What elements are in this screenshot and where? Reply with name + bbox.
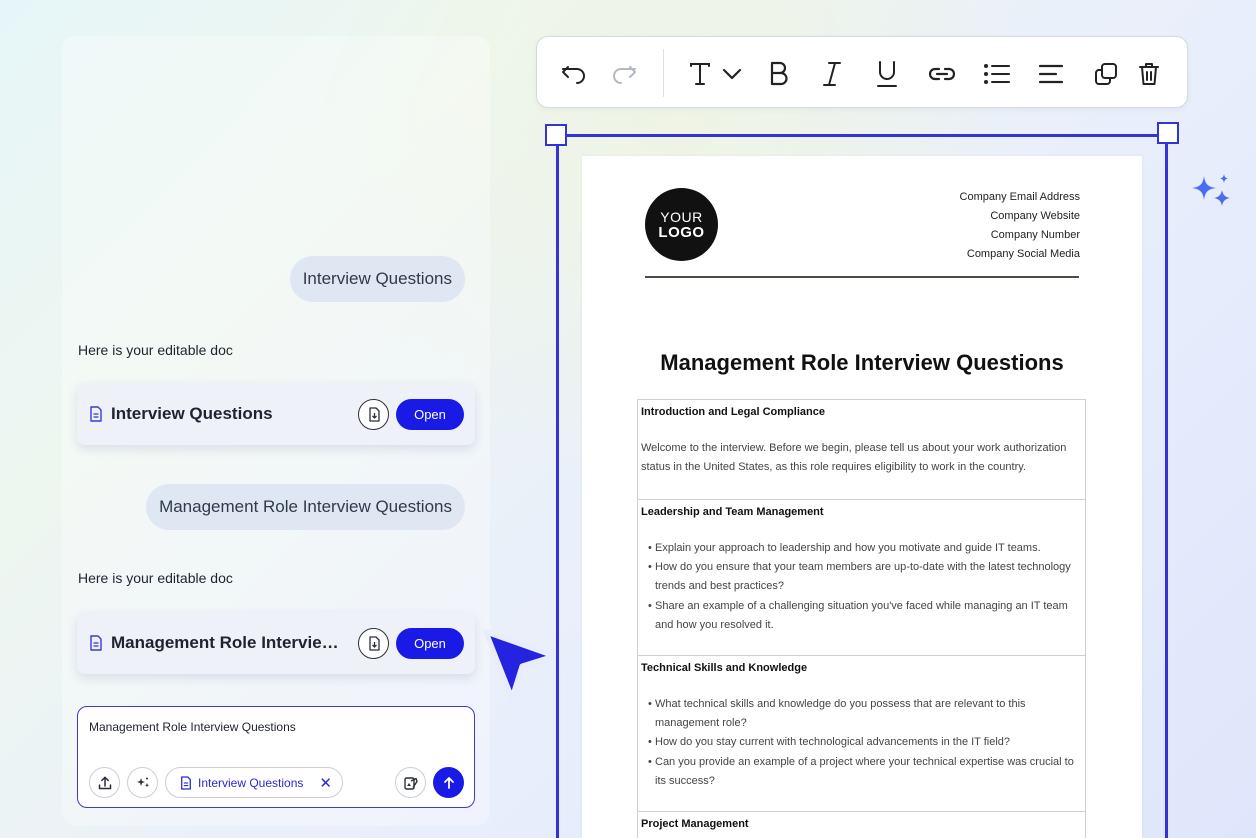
chevron-down-icon (722, 68, 742, 80)
list-item: How do you stay current with technologic… (648, 733, 1082, 752)
list-item: Can you provide an example of a project … (648, 753, 1082, 791)
bold-button[interactable] (764, 59, 794, 89)
list-item: Explain your approach to leadership and … (648, 539, 1082, 558)
delete-button[interactable] (1134, 59, 1164, 89)
cursor-pointer-icon (483, 629, 557, 701)
question-list: Explain your approach to leadership and … (641, 539, 1082, 635)
doc-card-title: Interview Questions (111, 404, 273, 423)
template-button[interactable] (395, 767, 426, 798)
undo-button[interactable] (559, 59, 589, 89)
text-style-button[interactable] (685, 59, 715, 89)
download-button[interactable] (358, 398, 389, 430)
section-paragraph: Welcome to the interview. Before we begi… (641, 442, 1067, 474)
toolbar-divider (663, 49, 664, 97)
document-icon (90, 406, 102, 422)
section-title: Introduction and Legal Compliance (641, 406, 825, 418)
undo-icon (562, 66, 585, 84)
send-button[interactable] (433, 767, 464, 798)
list-item: What technical skills and knowledge do y… (648, 695, 1082, 733)
download-button[interactable] (358, 627, 389, 659)
doc-card[interactable]: Interview Questions Open (77, 383, 475, 445)
text-style-dropdown[interactable] (717, 59, 747, 89)
user-message: Management Role Interview Questions (146, 484, 465, 530)
section-title: Leadership and Team Management (641, 506, 824, 518)
contact-line: Company Number (990, 229, 1080, 241)
open-button[interactable]: Open (396, 627, 464, 659)
bulleted-list-icon (984, 64, 1010, 84)
redo-icon (613, 66, 636, 84)
sparkle-icon (1192, 174, 1230, 206)
bulleted-list-button[interactable] (982, 59, 1012, 89)
template-icon (403, 776, 418, 790)
open-button[interactable]: Open (396, 398, 464, 430)
delete-icon (1139, 63, 1159, 85)
link-button[interactable] (927, 59, 957, 89)
download-icon (368, 635, 380, 651)
align-left-icon (1038, 64, 1064, 84)
close-icon[interactable]: ✕ (319, 774, 332, 792)
attachment-chip[interactable]: Interview Questions ✕ (165, 767, 343, 798)
redo-button[interactable] (609, 59, 639, 89)
user-message-text: Interview Questions (302, 269, 452, 288)
bold-icon (770, 61, 788, 86)
magic-sparkle-icon (136, 777, 149, 787)
company-contact-block: Company Email Address Company Website Co… (960, 190, 1080, 266)
underline-button[interactable] (872, 59, 902, 89)
table-row: Introduction and Legal Compliance Welcom… (637, 399, 1086, 500)
document-icon (90, 635, 102, 651)
document-icon (181, 775, 191, 790)
document-page[interactable]: YOUR LOGO Company Email Address Company … (582, 156, 1142, 838)
align-left-button[interactable] (1036, 59, 1066, 89)
download-icon (368, 406, 380, 422)
user-message: Interview Questions (289, 256, 465, 302)
doc-card-title: Management Role Interview Questions (111, 633, 350, 652)
italic-button[interactable] (817, 59, 847, 89)
message-composer[interactable]: Management Role Interview Questions Inte… (77, 706, 475, 808)
contact-line: Company Social Media (966, 248, 1080, 260)
upload-button[interactable] (89, 767, 120, 798)
list-item: How do you ensure that your team members… (648, 558, 1082, 596)
table-row: Technical Skills and Knowledge What tech… (637, 656, 1086, 812)
section-title: Project Management (641, 818, 749, 830)
italic-icon (823, 62, 841, 86)
contact-line: Company Website (990, 210, 1080, 222)
assistant-message-text: Here is your editable doc (78, 570, 233, 586)
table-row: Leadership and Team Management Explain y… (637, 500, 1086, 656)
doc-card[interactable]: Management Role Interview Questions Open (77, 612, 475, 674)
link-icon (928, 67, 956, 81)
document-title: Management Role Interview Questions (660, 350, 1064, 375)
list-item: Share an example of a challenging situat… (648, 597, 1082, 635)
resize-handle-top-right[interactable] (1157, 122, 1179, 144)
table-row: Project Management (637, 812, 1086, 838)
assistant-message-text: Here is your editable doc (78, 342, 233, 358)
formatting-toolbar (536, 36, 1188, 108)
questions-table: Introduction and Legal Compliance Welcom… (637, 399, 1086, 838)
ai-enhance-button[interactable] (127, 767, 158, 798)
attachment-chip-label: Interview Questions (198, 775, 304, 790)
arrow-up-icon (443, 776, 454, 789)
duplicate-icon (1095, 63, 1117, 85)
resize-handle-top-left[interactable] (545, 124, 567, 146)
contact-line: Company Email Address (959, 191, 1080, 203)
upload-icon (98, 776, 111, 789)
underline-icon (877, 61, 897, 87)
question-list: What technical skills and knowledge do y… (641, 695, 1082, 791)
user-message-text: Management Role Interview Questions (159, 497, 452, 516)
company-logo-placeholder: YOUR LOGO (645, 188, 718, 261)
header-divider (645, 276, 1079, 278)
duplicate-button[interactable] (1091, 59, 1121, 89)
text-style-icon (690, 63, 710, 85)
logo-text: YOUR (660, 208, 703, 225)
chat-panel: Interview Questions Here is your editabl… (62, 36, 490, 826)
section-title: Technical Skills and Knowledge (641, 662, 808, 674)
composer-input[interactable]: Management Role Interview Questions (89, 720, 296, 734)
logo-text: LOGO (658, 223, 705, 241)
